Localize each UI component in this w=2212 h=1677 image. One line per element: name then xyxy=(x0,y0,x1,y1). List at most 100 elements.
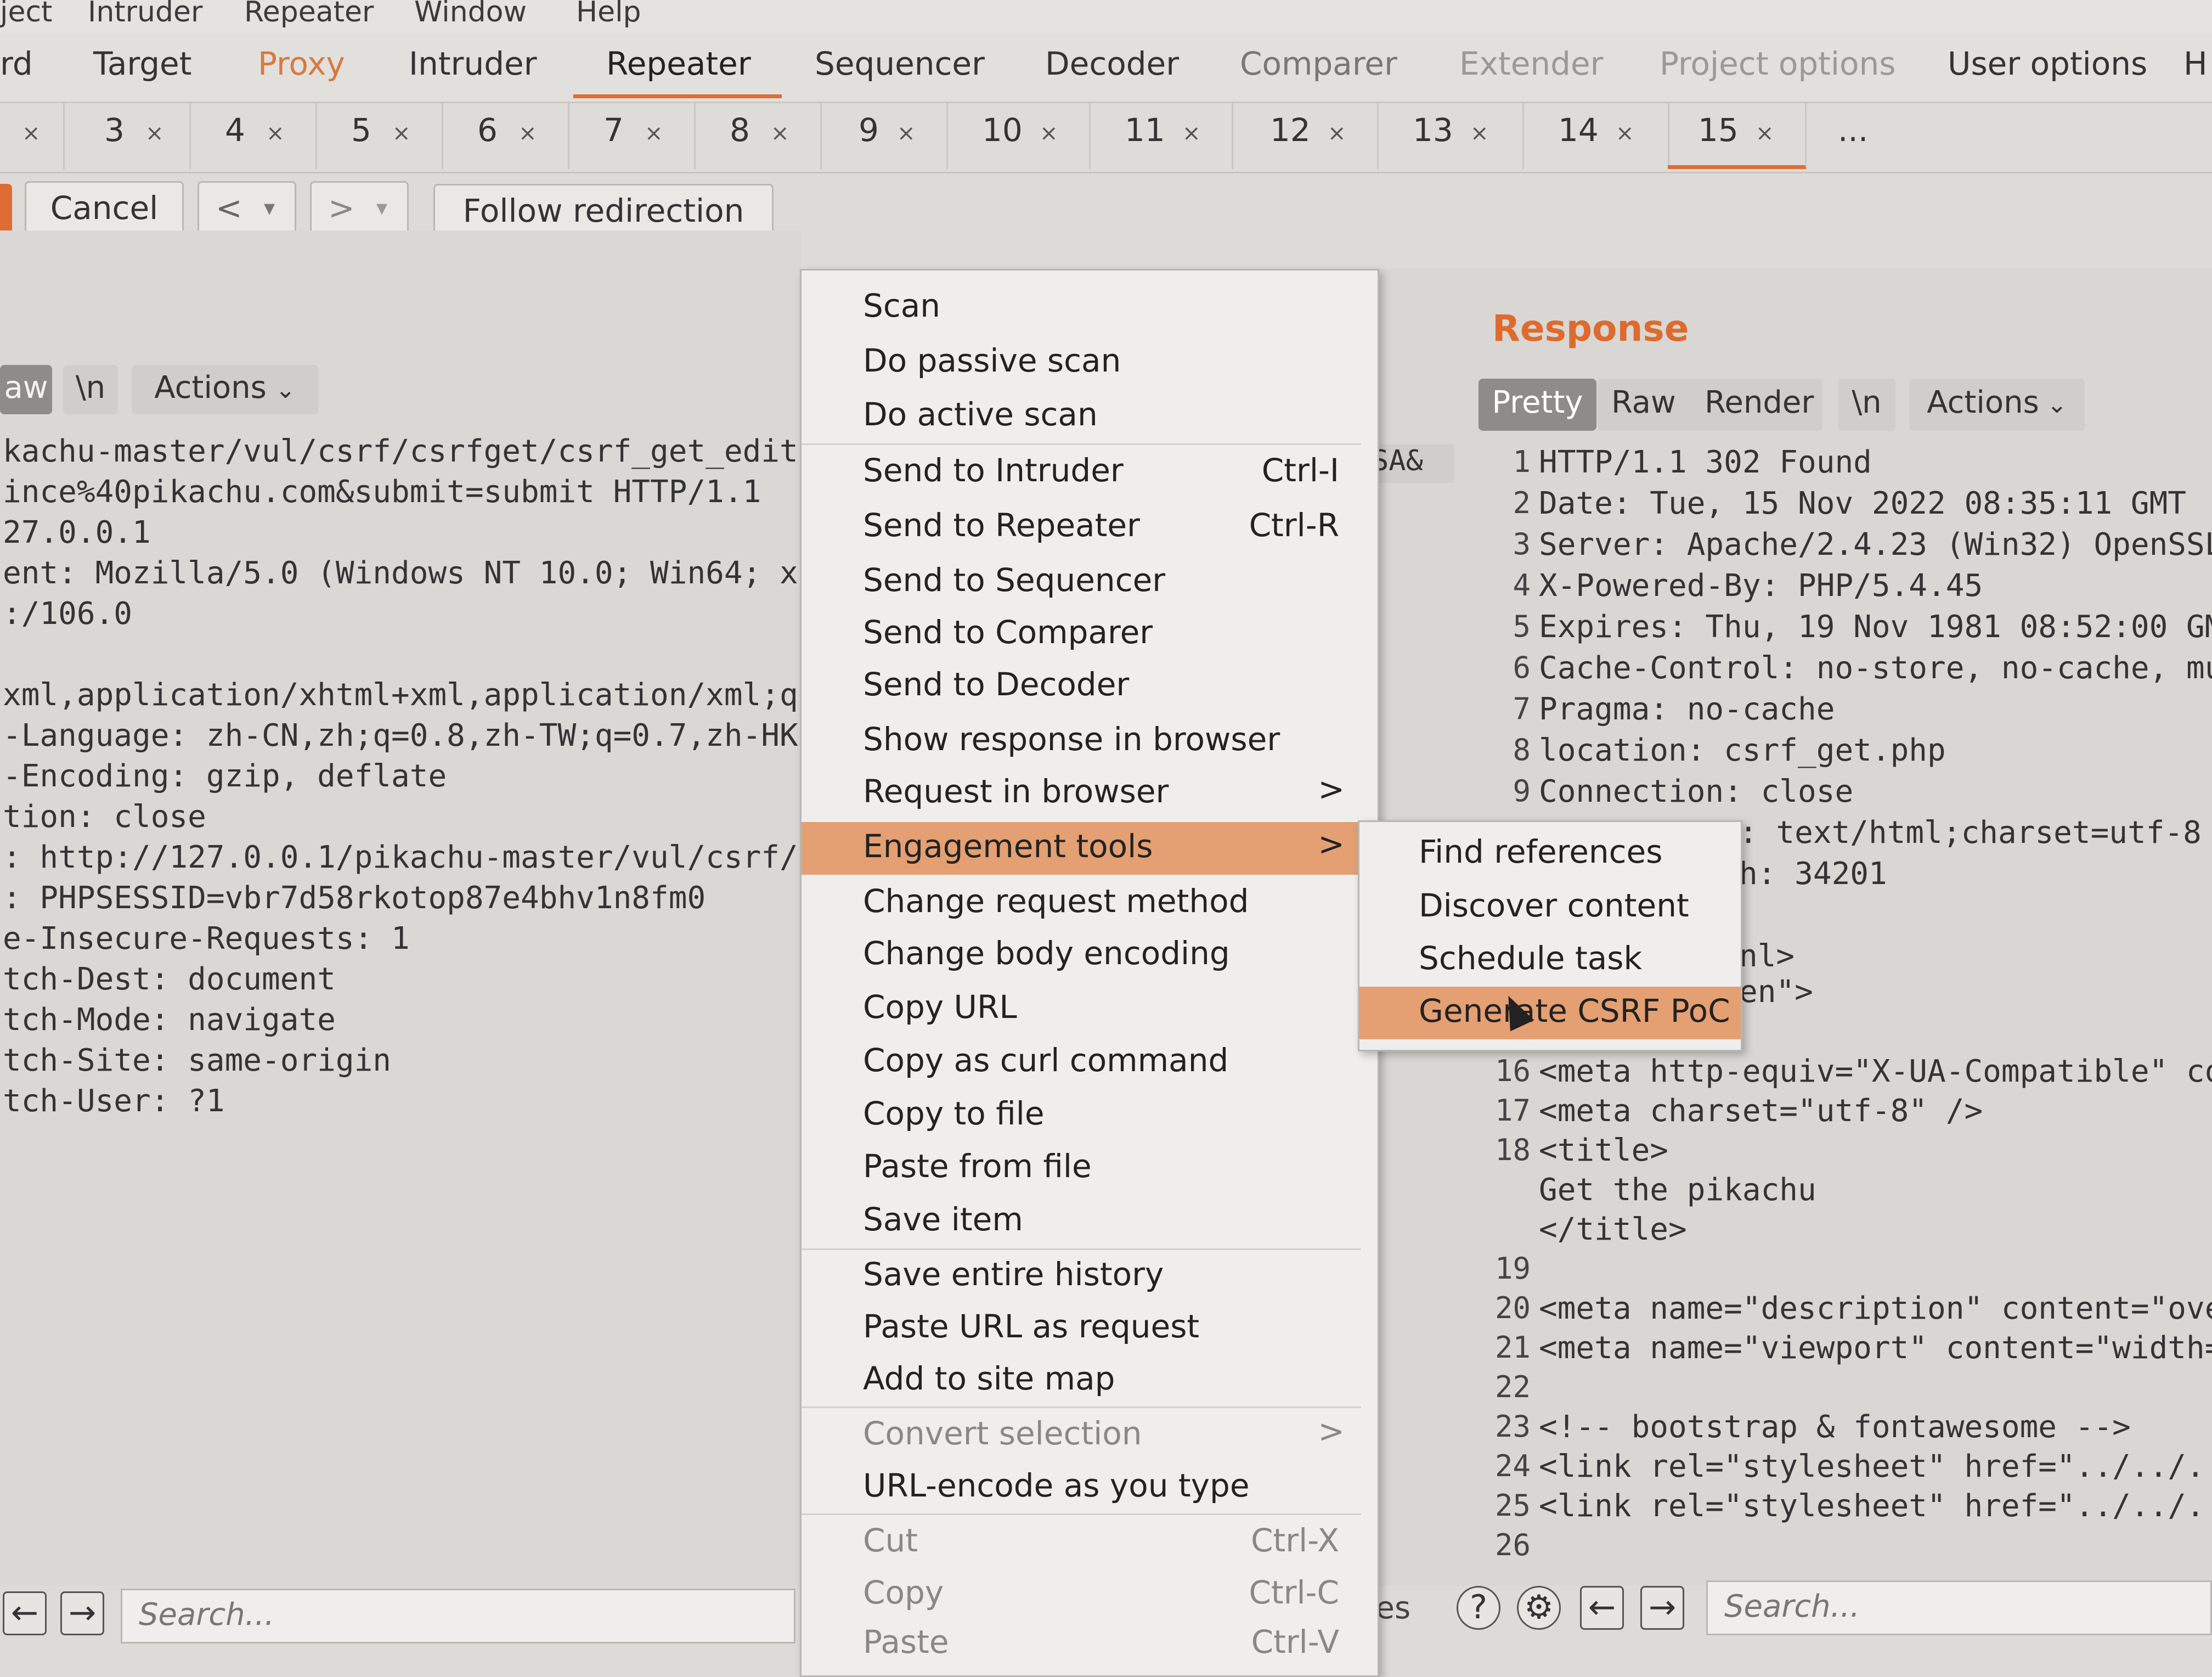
menu-item-send-to-sequencer[interactable]: Send to Sequencer xyxy=(802,556,1361,609)
menu-item-save-entire-history[interactable]: Save entire history xyxy=(802,1250,1361,1303)
request-tab-15[interactable]: 15 × xyxy=(1668,103,1807,169)
close-icon[interactable]: × xyxy=(1470,121,1489,146)
request-tab-9[interactable]: 9 × xyxy=(820,103,948,169)
close-icon[interactable]: × xyxy=(392,121,411,146)
response-newline-toggle[interactable]: \n xyxy=(1838,379,1895,431)
tab-dashboard[interactable]: rd xyxy=(0,45,33,82)
response-render-tab[interactable]: Render xyxy=(1705,379,1814,427)
close-icon[interactable]: × xyxy=(22,121,41,146)
response-actions-dropdown[interactable]: Actions ⌄ xyxy=(1909,379,2085,431)
close-icon[interactable]: × xyxy=(897,121,916,146)
close-icon[interactable]: × xyxy=(645,121,663,146)
menu-item-discover-content[interactable]: Discover content xyxy=(1359,881,1741,934)
menu-item-send-to-decoder[interactable]: Send to Decoder xyxy=(802,660,1361,713)
menu-item-send-to-repeater[interactable]: Send to Repeater Ctrl-R xyxy=(802,501,1361,554)
tab-target[interactable]: Target xyxy=(93,45,191,82)
history-back-button[interactable]: < ▾ xyxy=(198,181,296,236)
request-tab-12[interactable]: 12 × xyxy=(1232,103,1379,169)
menu-intruder[interactable]: Intruder xyxy=(88,0,202,29)
menu-item-send-to-intruder[interactable]: Send to Intruder Ctrl-I xyxy=(802,446,1361,499)
menu-item-url-encode-as-you-type[interactable]: URL-encode as you type xyxy=(802,1461,1361,1514)
menu-item-show-response-in-browser[interactable]: Show response in browser xyxy=(802,715,1361,768)
menu-item-change-request-method[interactable]: Change request method xyxy=(802,877,1361,930)
menu-item-convert-selection[interactable]: Convert selection > xyxy=(802,1409,1361,1462)
request-raw-tab[interactable]: aw xyxy=(0,365,52,414)
request-newline-toggle[interactable]: \n xyxy=(63,365,118,414)
request-tab-4[interactable]: 4 × xyxy=(189,103,317,169)
menu-item-request-in-browser[interactable]: Request in browser > xyxy=(802,767,1361,820)
tab-extender[interactable]: Extender xyxy=(1459,45,1604,82)
menu-item-add-to-site-map[interactable]: Add to site map xyxy=(802,1354,1361,1407)
response-raw-tab[interactable]: Raw xyxy=(1611,379,1676,427)
request-search-input[interactable]: Search... xyxy=(121,1589,795,1644)
close-icon[interactable]: × xyxy=(1328,121,1346,146)
menu-item-copy-url[interactable]: Copy URL xyxy=(802,983,1361,1036)
tab-project-options[interactable]: Project options xyxy=(1660,45,1896,82)
tab-repeater[interactable]: Repeater xyxy=(606,45,751,82)
menu-window[interactable]: Window xyxy=(414,0,527,29)
tab-sequencer[interactable]: Sequencer xyxy=(815,45,985,82)
menu-item-schedule-task[interactable]: Schedule task xyxy=(1359,934,1741,987)
help-icon[interactable]: ? xyxy=(1457,1586,1500,1630)
tab-intruder[interactable]: Intruder xyxy=(409,45,537,82)
close-icon[interactable]: × xyxy=(1040,121,1058,146)
gear-icon[interactable]: ⚙ xyxy=(1517,1586,1561,1630)
menu-project[interactable]: ject xyxy=(0,0,52,29)
menu-help[interactable]: Help xyxy=(576,0,641,29)
response-pretty-tab[interactable]: Pretty xyxy=(1479,379,1596,431)
request-tab-2[interactable]: × xyxy=(0,103,65,169)
menu-repeater[interactable]: Repeater xyxy=(244,0,374,29)
menu-item-find-references[interactable]: Find references xyxy=(1359,828,1741,880)
arrow-left-icon[interactable]: ← xyxy=(1580,1586,1624,1630)
menu-item-paste[interactable]: Paste Ctrl-V xyxy=(802,1618,1361,1670)
tab-comparer[interactable]: Comparer xyxy=(1240,45,1397,82)
request-tab-more[interactable]: ... xyxy=(1805,103,1898,169)
request-tab-13[interactable]: 13 × xyxy=(1377,103,1524,169)
close-icon[interactable]: × xyxy=(518,121,537,146)
close-icon[interactable]: × xyxy=(1616,121,1634,146)
close-icon[interactable]: × xyxy=(1182,121,1201,146)
arrow-right-icon[interactable]: → xyxy=(1640,1586,1684,1630)
menu-item-save-item[interactable]: Save item xyxy=(802,1195,1361,1248)
arrow-right-icon[interactable]: → xyxy=(60,1591,104,1635)
menu-item-scan[interactable]: Scan xyxy=(802,282,1361,334)
menu-item-copy-as-curl[interactable]: Copy as curl command xyxy=(802,1036,1361,1089)
menu-item-change-body-encoding[interactable]: Change body encoding xyxy=(802,929,1361,982)
dropdown-icon: ▾ xyxy=(376,195,388,221)
request-tab-8[interactable]: 8 × xyxy=(694,103,822,169)
cancel-button[interactable]: Cancel xyxy=(25,181,184,236)
menu-item-generate-csrf-poc[interactable]: Generate CSRF PoC xyxy=(1359,987,1741,1039)
tab-decoder[interactable]: Decoder xyxy=(1045,45,1179,82)
tab-more[interactable]: H xyxy=(2183,45,2208,82)
menu-item-copy-to-file[interactable]: Copy to file xyxy=(802,1089,1361,1142)
tab-proxy[interactable]: Proxy xyxy=(258,45,345,82)
request-tab-10[interactable]: 10 × xyxy=(946,103,1091,169)
menu-item-label: Scan xyxy=(863,287,941,324)
arrow-left-icon[interactable]: ← xyxy=(3,1591,47,1635)
send-button[interactable] xyxy=(0,184,12,237)
menu-item-passive-scan[interactable]: Do passive scan xyxy=(802,336,1361,389)
menu-item-copy[interactable]: Copy Ctrl-C xyxy=(802,1568,1361,1621)
request-tab-11[interactable]: 11 × xyxy=(1089,103,1233,169)
response-search-input[interactable]: Search... xyxy=(1706,1580,2212,1635)
menu-item-send-to-comparer[interactable]: Send to Comparer xyxy=(802,608,1361,661)
request-tab-6[interactable]: 6 × xyxy=(442,103,569,169)
request-tab-7[interactable]: 7 × xyxy=(568,103,696,169)
close-icon[interactable]: × xyxy=(145,121,164,146)
close-icon[interactable]: × xyxy=(1756,121,1774,146)
request-editor[interactable]: kachu-master/vul/csrf/csrfget/csrf_get_e… xyxy=(3,434,798,1158)
history-forward-button[interactable]: > ▾ xyxy=(310,181,409,236)
tab-user-options[interactable]: User options xyxy=(1948,45,2147,82)
line-number: 6 xyxy=(1513,650,1531,685)
close-icon[interactable]: × xyxy=(771,121,789,146)
request-tab-14[interactable]: 14 × xyxy=(1522,103,1669,169)
menu-item-paste-from-file[interactable]: Paste from file xyxy=(802,1142,1361,1195)
menu-item-engagement-tools[interactable]: Engagement tools > xyxy=(802,822,1361,875)
request-tab-3[interactable]: 3 × xyxy=(63,103,191,169)
menu-item-paste-url-as-request[interactable]: Paste URL as request xyxy=(802,1302,1361,1355)
menu-item-active-scan[interactable]: Do active scan xyxy=(802,390,1361,443)
request-tab-5[interactable]: 5 × xyxy=(315,103,443,169)
close-icon[interactable]: × xyxy=(266,121,285,146)
menu-item-cut[interactable]: Cut Ctrl-X xyxy=(802,1516,1361,1569)
request-actions-dropdown[interactable]: Actions ⌄ xyxy=(132,365,318,414)
